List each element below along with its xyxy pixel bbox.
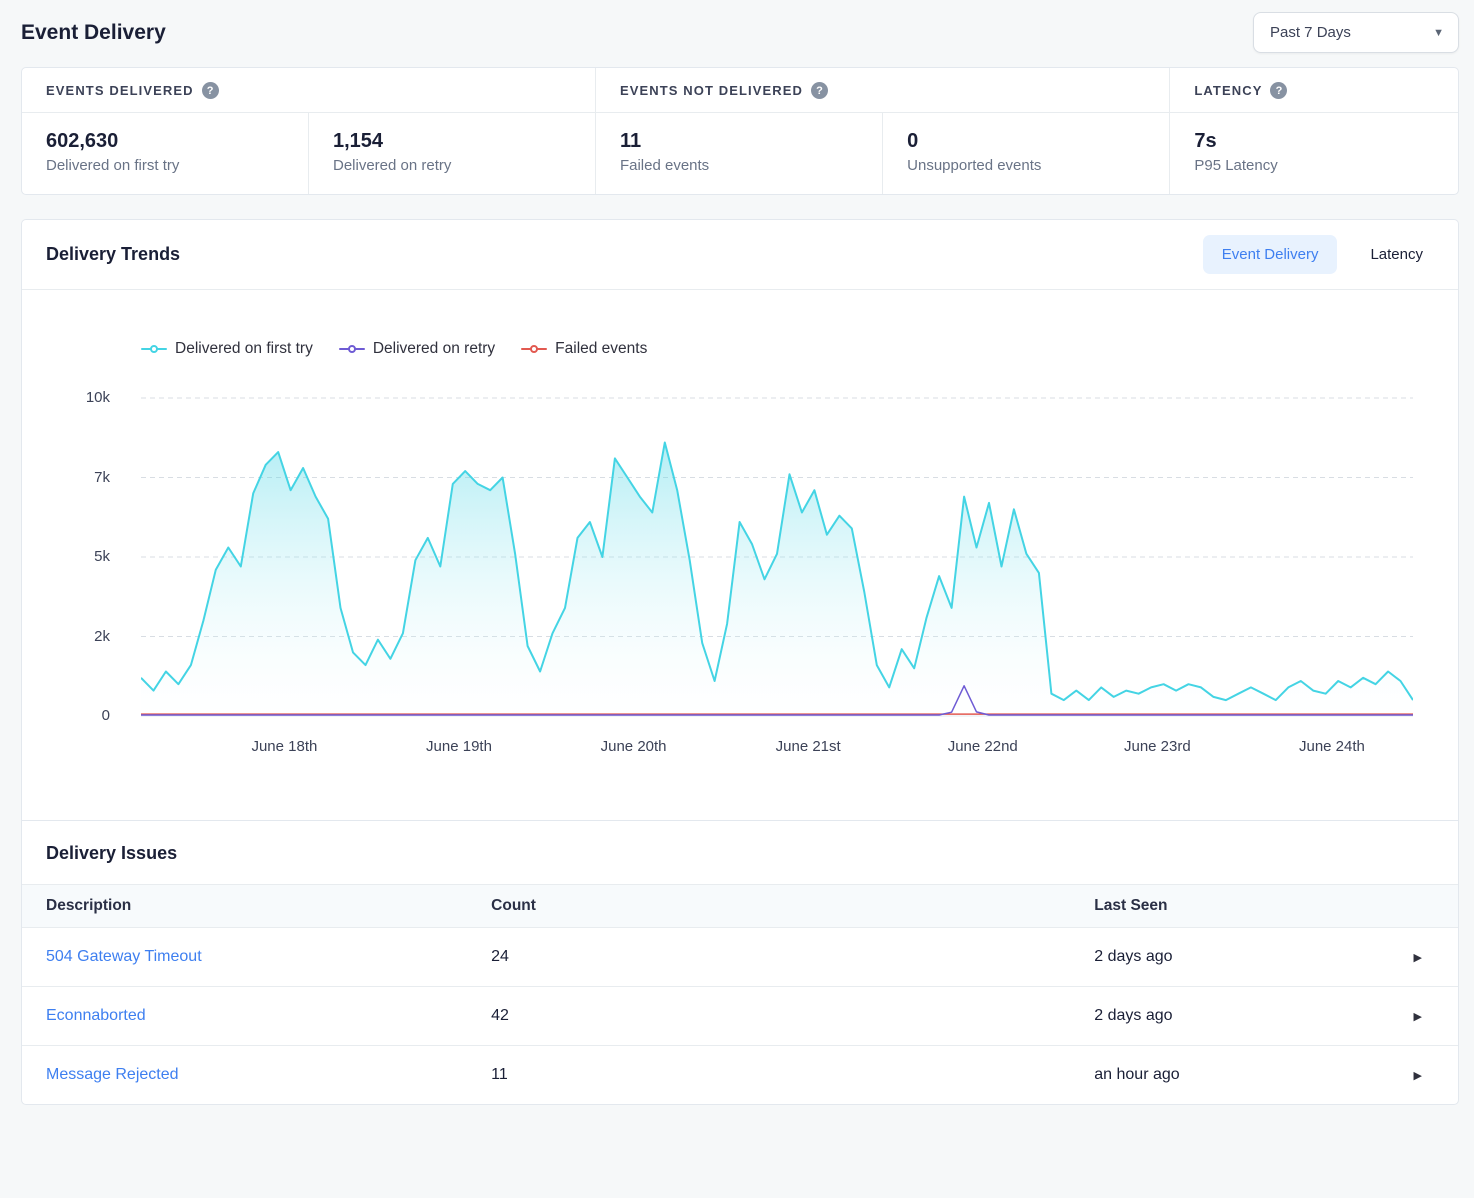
table-row[interactable]: Econnaborted 42 2 days ago ▶	[22, 987, 1458, 1046]
stat-caption: Delivered on retry	[333, 157, 571, 174]
trend-chart-svg	[141, 394, 1413, 720]
stat-p95-latency: 7s P95 Latency	[1170, 113, 1458, 194]
issues-title: Delivery Issues	[22, 821, 1458, 884]
y-axis-tick-label: 7k	[94, 469, 110, 486]
date-range-value: Past 7 Days	[1270, 24, 1351, 41]
x-axis-tick-label: June 20th	[564, 738, 704, 755]
stat-caption: Delivered on first try	[46, 157, 284, 174]
page-title: Event Delivery	[21, 21, 166, 45]
stat-delivered-on-retry: 1,154 Delivered on retry	[308, 113, 595, 194]
stat-group-latency: LATENCY ? 7s P95 Latency	[1169, 68, 1458, 194]
table-row[interactable]: 504 Gateway Timeout 24 2 days ago ▶	[22, 928, 1458, 987]
delivery-issues-card: Delivery Issues Description Count Last S…	[21, 820, 1459, 1105]
issue-last-seen: 2 days ago	[1070, 987, 1357, 1046]
chevron-down-icon: ▼	[1433, 27, 1444, 39]
legend-item-first-try[interactable]: Delivered on first try	[141, 340, 313, 358]
y-axis-tick-label: 2k	[94, 628, 110, 645]
stat-failed-events: 11 Failed events	[596, 113, 882, 194]
legend-marker	[521, 348, 547, 350]
y-axis-tick-label: 0	[102, 707, 110, 724]
legend-label: Delivered on retry	[373, 340, 495, 358]
stat-unsupported-events: 0 Unsupported events	[882, 113, 1169, 194]
delivery-trends-card: Delivery Trends Event Delivery Latency D…	[21, 219, 1459, 820]
page: Event Delivery Past 7 Days ▼ EVENTS DELI…	[0, 0, 1474, 1105]
help-icon[interactable]: ?	[202, 82, 219, 99]
date-range-dropdown[interactable]: Past 7 Days ▼	[1253, 12, 1459, 53]
stat-group-label: EVENTS DELIVERED	[46, 83, 194, 98]
stat-value: 7s	[1194, 130, 1434, 153]
stat-value: 11	[620, 130, 858, 153]
issues-table: Description Count Last Seen 504 Gateway …	[22, 884, 1458, 1104]
help-icon[interactable]: ?	[811, 82, 828, 99]
column-header-actions	[1357, 885, 1458, 928]
column-header-last-seen: Last Seen	[1070, 885, 1357, 928]
trends-header: Delivery Trends Event Delivery Latency	[22, 220, 1458, 290]
legend-marker	[339, 348, 365, 350]
stat-group-events-delivered: EVENTS DELIVERED ? 602,630 Delivered on …	[22, 68, 595, 194]
chevron-right-icon[interactable]: ▶	[1414, 1011, 1422, 1023]
stat-value: 0	[907, 130, 1145, 153]
y-axis-tick-label: 10k	[86, 389, 110, 406]
stat-group-label: LATENCY	[1194, 83, 1262, 98]
stat-group-header: EVENTS NOT DELIVERED ?	[596, 68, 1169, 113]
trend-plot: 10k7k5k2k0 June 18thJune 19thJune 20thJu…	[22, 394, 1458, 780]
stat-caption: Unsupported events	[907, 157, 1145, 174]
stat-group-label: EVENTS NOT DELIVERED	[620, 83, 803, 98]
x-axis-tick-label: June 22nd	[913, 738, 1053, 755]
issue-last-seen: an hour ago	[1070, 1046, 1357, 1105]
issue-count: 11	[467, 1046, 1070, 1105]
legend-item-retry[interactable]: Delivered on retry	[339, 340, 495, 358]
tab-latency[interactable]: Latency	[1351, 235, 1442, 274]
y-axis-labels: 10k7k5k2k0	[22, 394, 122, 720]
legend-item-failed[interactable]: Failed events	[521, 340, 647, 358]
chart-legend: Delivered on first try Delivered on retr…	[141, 340, 1458, 358]
stat-value: 602,630	[46, 130, 284, 153]
x-axis-tick-label: June 19th	[389, 738, 529, 755]
legend-label: Failed events	[555, 340, 647, 358]
stat-caption: Failed events	[620, 157, 858, 174]
trends-tabs: Event Delivery Latency	[1203, 235, 1442, 274]
column-header-count: Count	[467, 885, 1070, 928]
chevron-right-icon[interactable]: ▶	[1414, 1070, 1422, 1082]
x-axis-tick-label: June 24th	[1262, 738, 1402, 755]
stat-group-header: EVENTS DELIVERED ?	[22, 68, 595, 113]
issue-link[interactable]: 504 Gateway Timeout	[46, 948, 202, 965]
x-axis-labels: June 18th June 19th June 20th June 21st June…	[141, 738, 1413, 762]
issue-link[interactable]: Message Rejected	[46, 1066, 179, 1083]
issue-count: 24	[467, 928, 1070, 987]
x-axis-tick-label: June 21st	[738, 738, 878, 755]
chevron-right-icon[interactable]: ▶	[1414, 952, 1422, 964]
stat-group-events-not-delivered: EVENTS NOT DELIVERED ? 11 Failed events …	[595, 68, 1169, 194]
table-row[interactable]: Message Rejected 11 an hour ago ▶	[22, 1046, 1458, 1105]
issue-count: 42	[467, 987, 1070, 1046]
issue-last-seen: 2 days ago	[1070, 928, 1357, 987]
legend-label: Delivered on first try	[175, 340, 313, 358]
topbar: Event Delivery Past 7 Days ▼	[21, 0, 1459, 67]
tab-event-delivery[interactable]: Event Delivery	[1203, 235, 1338, 274]
trends-title: Delivery Trends	[46, 244, 180, 265]
x-axis-tick-label: June 18th	[214, 738, 354, 755]
stat-value: 1,154	[333, 130, 571, 153]
y-axis-tick-label: 5k	[94, 548, 110, 565]
issue-link[interactable]: Econnaborted	[46, 1007, 146, 1024]
legend-marker	[141, 348, 167, 350]
stat-caption: P95 Latency	[1194, 157, 1434, 174]
chart-area: Delivered on first try Delivered on retr…	[22, 290, 1458, 820]
help-icon[interactable]: ?	[1270, 82, 1287, 99]
stats-card: EVENTS DELIVERED ? 602,630 Delivered on …	[21, 67, 1459, 195]
column-header-description: Description	[22, 885, 467, 928]
stat-group-header: LATENCY ?	[1170, 68, 1458, 113]
x-axis-tick-label: June 23rd	[1087, 738, 1227, 755]
table-header-row: Description Count Last Seen	[22, 885, 1458, 928]
stat-delivered-first-try: 602,630 Delivered on first try	[22, 113, 308, 194]
